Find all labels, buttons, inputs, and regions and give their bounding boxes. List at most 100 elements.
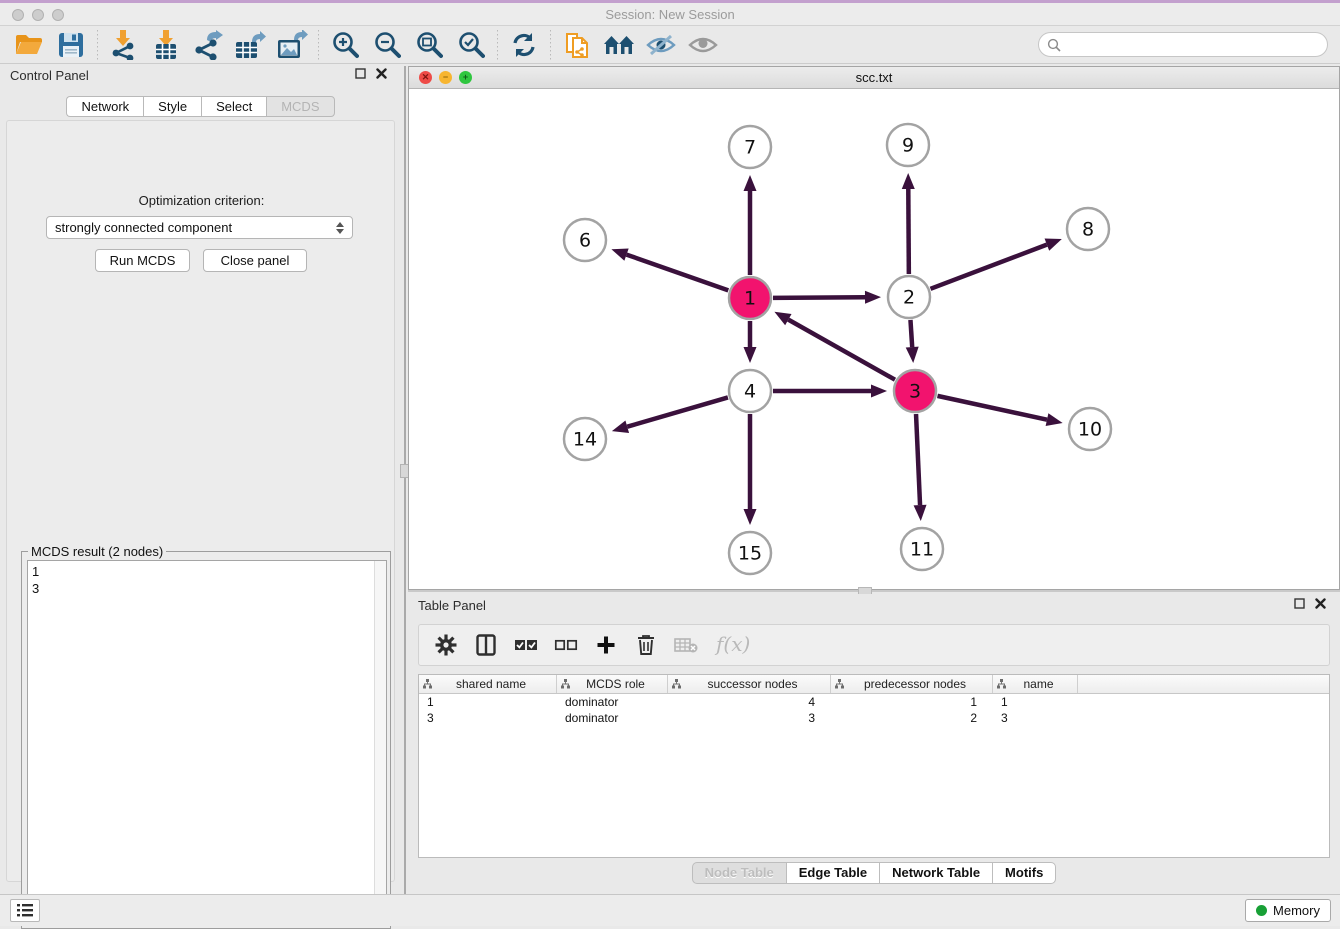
table-cell[interactable]: dominator: [557, 694, 668, 710]
zoom-in-icon[interactable]: [328, 29, 362, 61]
node-label: 2: [903, 287, 915, 309]
table-cell[interactable]: 2: [831, 710, 993, 726]
edge-2-8[interactable]: [931, 245, 1047, 289]
task-history-button[interactable]: [10, 899, 40, 922]
edge-2-3[interactable]: [910, 320, 912, 347]
edge-4-14[interactable]: [627, 397, 728, 426]
column-header-predecessor-nodes[interactable]: predecessor nodes: [831, 675, 993, 693]
edge-1-6[interactable]: [627, 255, 729, 291]
table-header-row: shared name MCDS rolesuccessor nodesprede…: [419, 675, 1329, 694]
close-window-button[interactable]: [12, 9, 24, 21]
vertical-splitter[interactable]: [404, 66, 406, 894]
tab-network[interactable]: Network: [66, 96, 143, 117]
refresh-icon[interactable]: [507, 29, 541, 61]
tab-mcds[interactable]: MCDS: [266, 96, 334, 117]
gear-icon[interactable]: [433, 632, 459, 658]
delete-icon[interactable]: [633, 632, 659, 658]
table-cell[interactable]: 1: [993, 694, 1078, 710]
select-all-icon[interactable]: [513, 632, 539, 658]
zoom-out-icon[interactable]: [370, 29, 404, 61]
result-scrollbar[interactable]: [374, 561, 386, 923]
column-header-MCDS-role[interactable]: MCDS role: [557, 675, 668, 693]
table-cell[interactable]: 4: [668, 694, 831, 710]
table-cell[interactable]: 3: [993, 710, 1078, 726]
zoom-selected-icon[interactable]: [454, 29, 488, 61]
table-cell[interactable]: 1: [831, 694, 993, 710]
node-label: 10: [1078, 419, 1102, 441]
result-item[interactable]: 3: [32, 580, 382, 597]
add-column-icon[interactable]: [593, 632, 619, 658]
column-header-name[interactable]: name: [993, 675, 1078, 693]
mcds-result-list[interactable]: 13: [27, 560, 387, 924]
copy-network-icon[interactable]: [560, 29, 594, 61]
node-label: 4: [744, 381, 756, 403]
tab-motifs[interactable]: Motifs: [992, 862, 1056, 884]
open-session-icon[interactable]: [12, 29, 46, 61]
result-item[interactable]: 1: [32, 563, 382, 580]
table-row[interactable]: 1dominator411: [419, 694, 1329, 710]
import-table-icon[interactable]: [149, 29, 183, 61]
run-mcds-button[interactable]: Run MCDS: [95, 249, 190, 272]
minimize-window-button[interactable]: [32, 9, 44, 21]
edge-3-10[interactable]: [937, 396, 1047, 420]
close-panel-button[interactable]: Close panel: [203, 249, 307, 272]
column-header-label: MCDS role: [570, 677, 667, 691]
node-label: 11: [910, 539, 934, 561]
arrowhead-icon: [902, 173, 915, 189]
toolbar-separator: [318, 30, 319, 60]
deselect-all-icon[interactable]: [553, 632, 579, 658]
list-icon: [17, 904, 33, 917]
tab-node-table[interactable]: Node Table: [692, 862, 786, 884]
float-table-panel-icon[interactable]: [1294, 598, 1305, 609]
maximize-view-button[interactable]: +: [459, 71, 472, 84]
close-panel-icon[interactable]: [376, 68, 387, 79]
node-label: 1: [744, 288, 756, 310]
control-panel-tabs: NetworkStyleSelectMCDS: [0, 96, 401, 117]
table-cell[interactable]: 3: [668, 710, 831, 726]
tab-edge-table[interactable]: Edge Table: [786, 862, 879, 884]
close-view-button[interactable]: ✕: [419, 71, 432, 84]
columns-icon[interactable]: [473, 632, 499, 658]
maximize-window-button[interactable]: [52, 9, 64, 21]
node-table[interactable]: shared name MCDS rolesuccessor nodesprede…: [418, 674, 1330, 858]
column-header-successor-nodes[interactable]: successor nodes: [668, 675, 831, 693]
horizontal-splitter[interactable]: [408, 590, 1340, 592]
import-network-icon[interactable]: [107, 29, 141, 61]
arrowhead-icon: [906, 347, 919, 363]
tab-style[interactable]: Style: [143, 96, 201, 117]
table-tabs: Node TableEdge TableNetwork TableMotifs: [408, 862, 1340, 884]
minimize-view-button[interactable]: −: [439, 71, 452, 84]
export-image-icon[interactable]: [275, 29, 309, 61]
edge-2-9[interactable]: [908, 189, 909, 274]
table-cell[interactable]: dominator: [557, 710, 668, 726]
table-panel: Table Panel f(x) shared nameMCDS rol: [408, 594, 1340, 894]
zoom-fit-icon[interactable]: [412, 29, 446, 61]
search-input[interactable]: [1038, 32, 1328, 57]
export-table-icon[interactable]: [233, 29, 267, 61]
optimization-criterion-select[interactable]: strongly connected component: [46, 216, 353, 239]
first-neighbors-icon[interactable]: [602, 29, 636, 61]
tab-select[interactable]: Select: [201, 96, 266, 117]
edge-3-1[interactable]: [788, 320, 895, 380]
export-network-icon[interactable]: [191, 29, 225, 61]
node-label: 6: [579, 230, 591, 252]
network-graph[interactable]: 7968124314101511: [409, 89, 1339, 589]
table-cell[interactable]: 3: [419, 710, 557, 726]
arrowhead-icon: [865, 291, 881, 304]
save-session-icon[interactable]: [54, 29, 88, 61]
tab-network-table[interactable]: Network Table: [879, 862, 992, 884]
column-header-shared-name[interactable]: shared name: [419, 675, 557, 693]
float-panel-icon[interactable]: [355, 68, 366, 79]
status-bar: Memory: [0, 894, 1340, 926]
show-all-icon[interactable]: [686, 29, 720, 61]
edge-3-11[interactable]: [916, 414, 920, 505]
close-table-panel-icon[interactable]: [1315, 598, 1326, 609]
hide-selected-icon[interactable]: [644, 29, 678, 61]
table-cell[interactable]: 1: [419, 694, 557, 710]
table-row[interactable]: 3dominator323: [419, 710, 1329, 726]
optimization-criterion-label: Optimization criterion:: [7, 193, 396, 208]
arrowhead-icon: [1046, 413, 1063, 426]
memory-button[interactable]: Memory: [1245, 899, 1331, 922]
mcds-pane: Optimization criterion: strongly connect…: [6, 120, 395, 882]
edge-1-2[interactable]: [773, 297, 865, 298]
